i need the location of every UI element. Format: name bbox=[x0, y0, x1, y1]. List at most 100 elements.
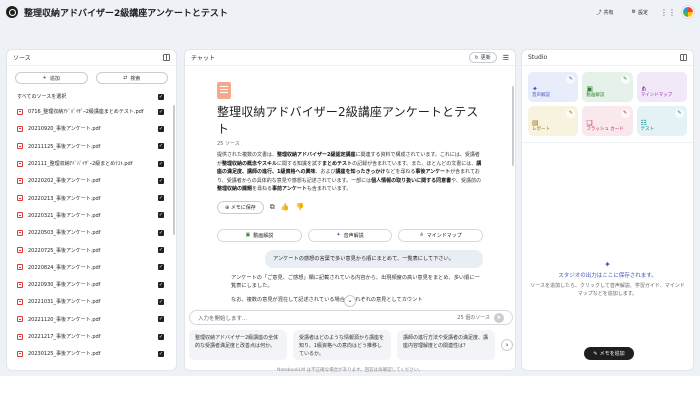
source-count: 25 ソース bbox=[217, 141, 240, 147]
discover-icon: ⇄ bbox=[123, 75, 128, 81]
source-name: 20221217_事後アンケート.pdf bbox=[28, 334, 101, 340]
apps-grid-icon[interactable]: ⋮⋮ bbox=[660, 8, 676, 17]
studio-tile-quiz[interactable]: ☷ ✎ テスト bbox=[636, 106, 687, 136]
mind-map-button[interactable]: ⋔ マインドマップ bbox=[398, 228, 484, 242]
video-overview-button[interactable]: ▣ 動画解説 bbox=[217, 228, 302, 242]
checkbox[interactable]: ✓ bbox=[158, 93, 164, 100]
scrollbar[interactable] bbox=[173, 105, 175, 235]
checkbox[interactable]: ✓ bbox=[158, 160, 164, 167]
arrow-right-icon: › bbox=[505, 341, 509, 349]
edit-icon[interactable]: ✎ bbox=[620, 109, 630, 118]
checkbox[interactable]: ✓ bbox=[158, 143, 164, 150]
source-list: 0716_整理収納ｱﾄﾞﾊﾞｲｻﾞｰ2級講座まとめテスト.pdf ✓ 2021092… bbox=[7, 103, 176, 362]
thumbs-down-icon[interactable]: 👎 bbox=[296, 203, 305, 211]
thumbs-up-icon[interactable]: 👍 bbox=[281, 203, 290, 211]
edit-icon[interactable]: ✎ bbox=[620, 75, 630, 84]
tune-icon[interactable]: ☰ bbox=[503, 54, 509, 62]
source-item[interactable]: 20220725_事後アンケート.pdf ✓ bbox=[7, 241, 176, 258]
checkbox[interactable]: ✓ bbox=[158, 316, 164, 323]
user-message: アンケートの感想の言葉で多い意見から順にまとめて、一覧表にして下さい。 bbox=[265, 249, 483, 268]
scroll-down-button[interactable]: ⌄ bbox=[344, 295, 356, 307]
studio-title: Studio bbox=[528, 54, 548, 61]
avatar[interactable] bbox=[682, 6, 694, 18]
source-item[interactable]: 20230125_事後アンケート.pdf ✓ bbox=[7, 345, 176, 362]
checkbox[interactable]: ✓ bbox=[158, 195, 164, 202]
source-item[interactable]: 20210920_事後アンケート.pdf ✓ bbox=[7, 120, 176, 137]
source-name: 20220503_事後アンケート.pdf bbox=[28, 230, 101, 237]
source-name: 20220824_事後アンケート.pdf bbox=[28, 264, 101, 271]
share-button[interactable]: ⤴ 共有 bbox=[590, 7, 619, 18]
source-item[interactable]: 20221120_事後アンケート.pdf ✓ bbox=[7, 311, 176, 328]
source-name: 20230125_事後アンケート.pdf bbox=[28, 351, 101, 358]
studio-tile-flashcards[interactable]: ❏ ✎ フラッシュ カード bbox=[582, 106, 633, 136]
notebooklm-logo-icon[interactable] bbox=[6, 6, 18, 18]
notebook-heading: 整理収納アドバイザー2級講座アンケートとテスト bbox=[217, 105, 479, 136]
edit-icon[interactable]: ✎ bbox=[674, 109, 684, 118]
source-item[interactable]: 20220930_事後アンケート.pdf ✓ bbox=[7, 276, 176, 293]
copy-icon[interactable]: ⧉ bbox=[270, 203, 275, 212]
input-source-count: 25 個のソース bbox=[457, 315, 490, 321]
suggested-question[interactable]: 講師の進行方法や受講者の満足度、講座内容理解度との関連性は？ bbox=[397, 330, 495, 360]
plus-icon: + bbox=[42, 75, 47, 81]
send-button[interactable]: ➤ bbox=[494, 312, 504, 323]
checkbox[interactable]: ✓ bbox=[158, 264, 164, 271]
checkbox[interactable]: ✓ bbox=[158, 108, 164, 115]
refresh-button[interactable]: ↻ 更新 bbox=[468, 52, 497, 63]
pdf-icon bbox=[17, 298, 23, 305]
gear-icon: ⚙ bbox=[631, 9, 636, 15]
pdf-icon bbox=[17, 229, 23, 236]
notebook-summary: 提供された複数の文書は、整理収納アドバイザー2級認定講座に関連する資料で構成され… bbox=[217, 152, 482, 193]
studio-empty-state: ✦ スタジオの出力はここに保存されます。 ソースを追加したら、クリックして音声解… bbox=[522, 260, 693, 298]
pdf-icon bbox=[17, 160, 23, 167]
source-item[interactable]: 20211125_事後アンケート.pdf ✓ bbox=[7, 138, 176, 155]
select-all-sources[interactable]: すべてのソースを選択 ✓ bbox=[7, 90, 176, 103]
source-item[interactable]: 20220202_事後アンケート.pdf ✓ bbox=[7, 172, 176, 189]
studio-tile-report[interactable]: ▤ ✎ レポート bbox=[528, 106, 579, 136]
scrollbar[interactable] bbox=[512, 86, 514, 166]
source-item[interactable]: 202111_整理収納ｱﾄﾞﾊﾞｲｻﾞｰ2級まとめﾃｽﾄ.pdf ✓ bbox=[7, 155, 176, 172]
checkbox[interactable]: ✓ bbox=[158, 177, 164, 184]
source-item[interactable]: 20220824_事後アンケート.pdf ✓ bbox=[7, 259, 176, 276]
source-name: 20211125_事後アンケート.pdf bbox=[28, 143, 101, 150]
save-to-note-button[interactable]: ⊕ メモに保存 bbox=[217, 200, 264, 214]
checkbox[interactable]: ✓ bbox=[158, 212, 164, 219]
checkbox[interactable]: ✓ bbox=[158, 125, 164, 132]
source-item[interactable]: 20220503_事後アンケート.pdf ✓ bbox=[7, 224, 176, 241]
checkbox[interactable]: ✓ bbox=[158, 247, 164, 254]
add-note-button[interactable]: ✎ メモを追加 bbox=[584, 347, 634, 360]
suggested-question[interactable]: 整理収納アドバイザー2級講座の全体的な受講者満足度と改善点は何か。 bbox=[189, 330, 287, 360]
collapse-panel-icon[interactable] bbox=[680, 54, 687, 61]
source-item[interactable]: 20221031_事後アンケート.pdf ✓ bbox=[7, 293, 176, 310]
source-name: 0716_整理収納ｱﾄﾞﾊﾞｲｻﾞｰ2級講座まとめテスト.pdf bbox=[28, 109, 144, 116]
checkbox[interactable]: ✓ bbox=[158, 229, 164, 236]
studio-tile-video[interactable]: ▣ ✎ 動画解説 bbox=[582, 72, 633, 102]
edit-icon[interactable]: ✎ bbox=[566, 75, 576, 84]
add-source-button[interactable]: + 追加 bbox=[15, 72, 88, 84]
top-bar: 整理収納アドバイザー2級講座アンケートとテスト ⤴ 共有 ⚙ 設定 ⋮⋮ bbox=[0, 0, 700, 24]
next-suggestions-button[interactable]: › bbox=[501, 339, 513, 351]
source-item[interactable]: 20220321_事後アンケート.pdf ✓ bbox=[7, 207, 176, 224]
checkbox[interactable]: ✓ bbox=[158, 333, 164, 340]
audio-overview-button[interactable]: ✦ 音声解説 bbox=[307, 228, 393, 242]
source-item[interactable]: 20220213_事後アンケート.pdf ✓ bbox=[7, 189, 176, 206]
notebook-title[interactable]: 整理収納アドバイザー2級講座アンケートとテスト bbox=[24, 6, 228, 19]
suggested-question[interactable]: 受講者はどのような情報源から講座を知り、1級資格への意向はどう推移しているか。 bbox=[293, 330, 391, 360]
refresh-icon: ↻ bbox=[474, 54, 479, 61]
checkbox[interactable]: ✓ bbox=[158, 298, 164, 305]
chat-input[interactable]: 入力を開始します... 25 個のソース ➤ bbox=[189, 310, 513, 325]
source-name: 20210920_事後アンケート.pdf bbox=[28, 126, 101, 133]
source-item[interactable]: 20221217_事後アンケート.pdf ✓ bbox=[7, 328, 176, 345]
pdf-icon bbox=[17, 125, 23, 132]
discover-sources-button[interactable]: ⇄ 検索 bbox=[95, 72, 168, 84]
pdf-icon bbox=[17, 247, 23, 254]
edit-icon[interactable]: ✎ bbox=[566, 109, 576, 118]
settings-button[interactable]: ⚙ 設定 bbox=[626, 7, 655, 18]
source-item[interactable]: 0716_整理収納ｱﾄﾞﾊﾞｲｻﾞｰ2級講座まとめテスト.pdf ✓ bbox=[7, 103, 176, 120]
studio-panel: Studio ✦ ✎ 音声解説 ▣ ✎ 動画解説 ⋔ マインドマップ ▤ ✎ レポート ❏ ✎ フ… bbox=[521, 49, 694, 371]
checkbox[interactable]: ✓ bbox=[158, 350, 164, 357]
studio-tile-mindmap[interactable]: ⋔ マインドマップ bbox=[636, 72, 687, 102]
pdf-icon bbox=[17, 177, 23, 184]
collapse-panel-icon[interactable] bbox=[163, 54, 170, 61]
checkbox[interactable]: ✓ bbox=[158, 281, 164, 288]
studio-tile-audio[interactable]: ✦ ✎ 音声解説 bbox=[528, 72, 579, 102]
